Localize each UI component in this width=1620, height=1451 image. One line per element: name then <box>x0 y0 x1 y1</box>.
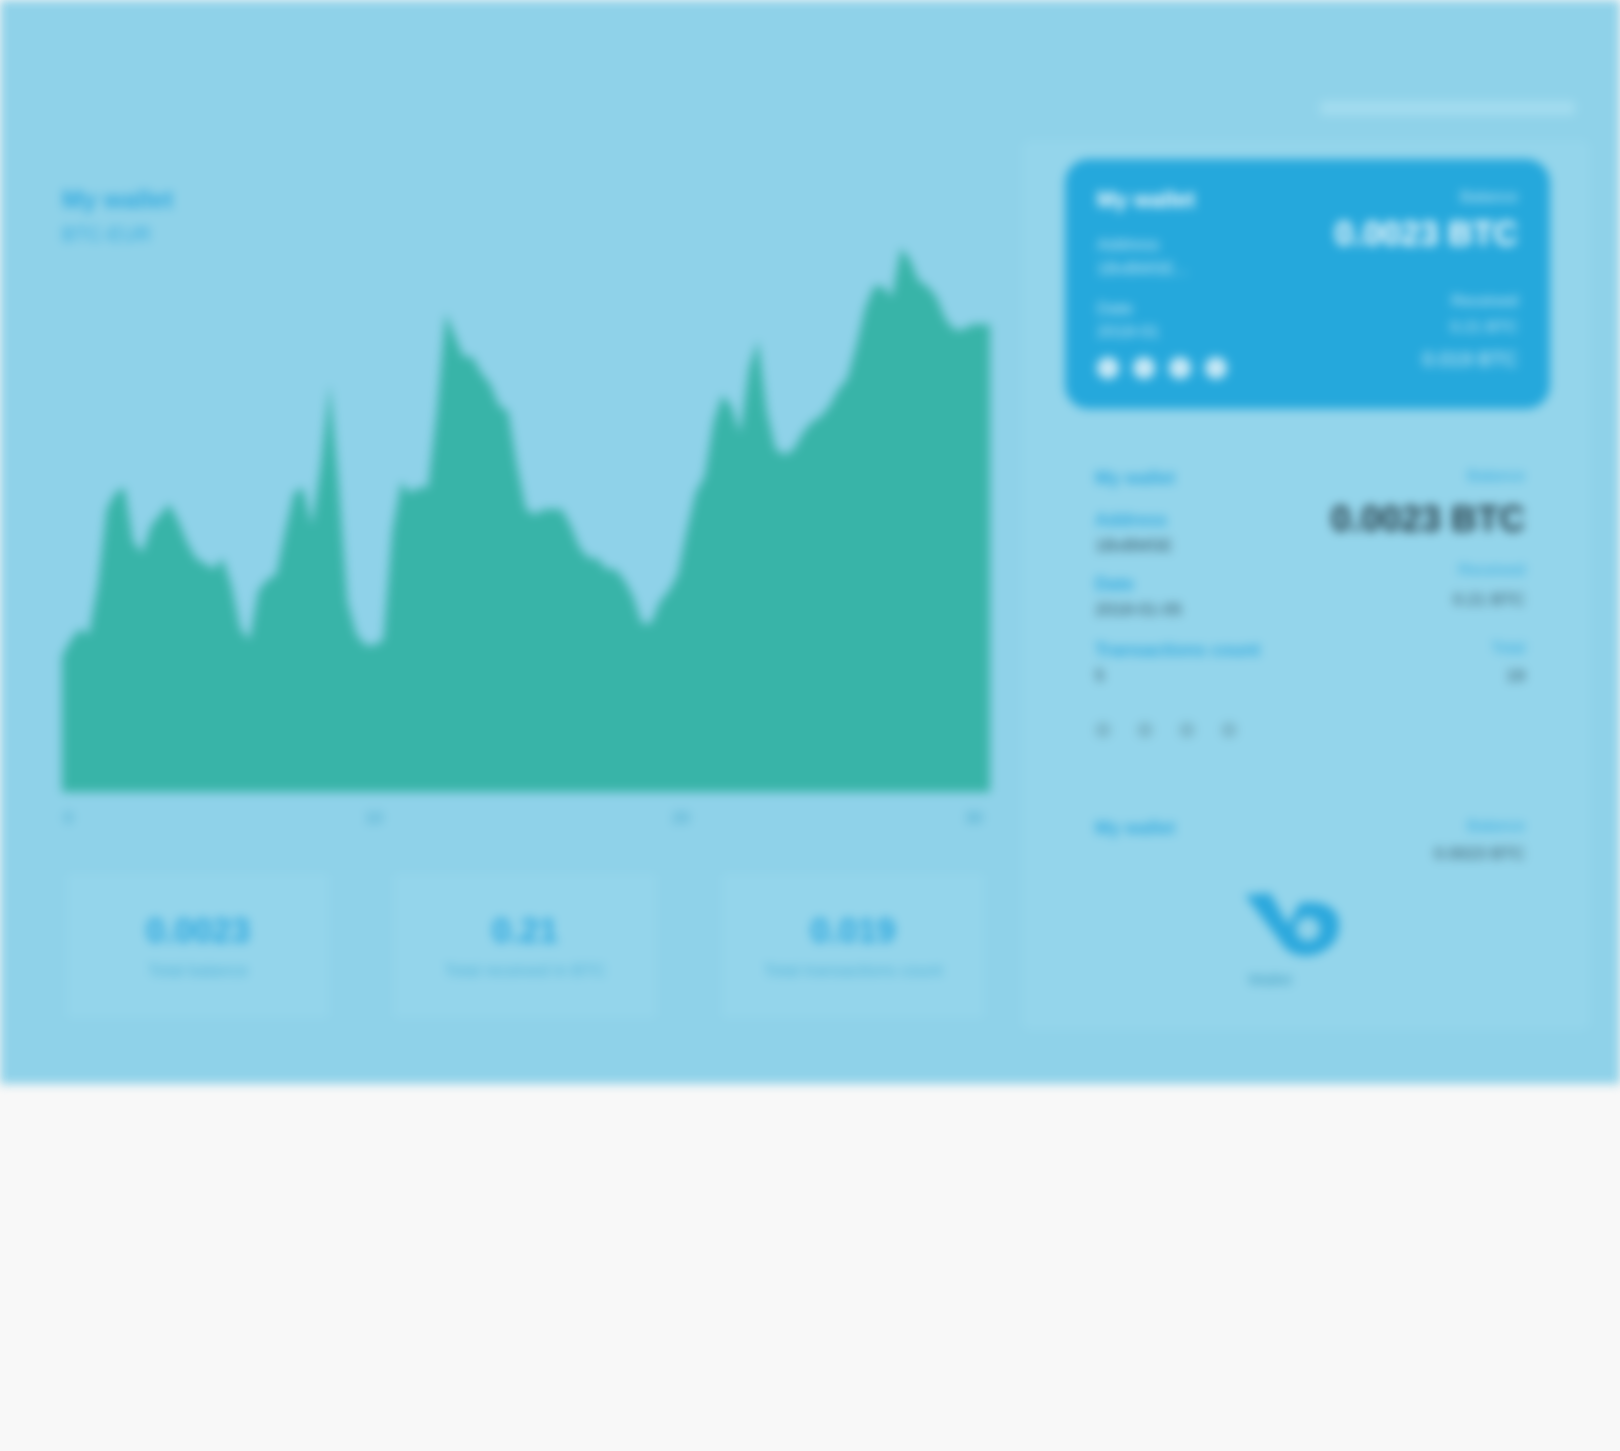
x-tick-label: 0 <box>64 810 73 827</box>
action-icon[interactable] <box>1095 722 1111 738</box>
stat-caption: Total received in BTC <box>444 961 606 980</box>
wallet-card-name: My wallet <box>1097 187 1195 212</box>
wallet-card-received-label: Received <box>1451 293 1518 310</box>
detail-date-label: Date <box>1095 574 1135 594</box>
wallet-card-balance: 0.0023 BTC <box>1334 215 1518 253</box>
stat-value: 0.019 <box>810 912 896 950</box>
detail-received: 0.21 BTC <box>1453 590 1525 609</box>
wallet-card-date-label: Date <box>1097 299 1133 318</box>
logo-caption: Wallet <box>1248 972 1292 989</box>
stat-card-total-balance: 0.0023 Total balance <box>67 874 329 1018</box>
detail-date: 2018-01-05 <box>1095 600 1182 619</box>
action-icon[interactable] <box>1133 357 1155 379</box>
wallet-card-fee: 0.019 BTC <box>1422 349 1518 371</box>
detail-transactions-label: Transactions count <box>1095 640 1261 660</box>
wallet-logo-icon <box>1245 893 1339 956</box>
wallet-card-actions <box>1097 357 1227 379</box>
detail-transactions: 5 <box>1095 666 1105 685</box>
x-tick-label: 10 <box>365 810 383 827</box>
action-icon[interactable] <box>1137 722 1153 738</box>
stat-caption: Total transactions count <box>763 961 943 980</box>
detail-total: 19 <box>1506 666 1525 685</box>
stat-value: 0.0023 <box>146 912 250 950</box>
detail-balance: 0.0023 BTC <box>1330 498 1525 539</box>
action-icon[interactable] <box>1097 357 1119 379</box>
action-icon[interactable] <box>1169 357 1191 379</box>
wallet-card-address-label: Address <box>1097 235 1160 254</box>
detail-address: 1BvBMSE <box>1095 536 1173 555</box>
detail-received-label: Received <box>1458 562 1525 579</box>
wallet-card-address: 1BvBMSE... <box>1097 259 1189 278</box>
x-tick-label: 30 <box>965 810 983 827</box>
dashboard-view: My wallet BTC-EUR 0 10 20 30 0.0023 Tota… <box>0 0 1620 1084</box>
x-tick-label: 20 <box>672 810 690 827</box>
detail-address-label: Address <box>1095 510 1168 530</box>
action-icon[interactable] <box>1221 722 1237 738</box>
wallet-card-balance-label: Balance <box>1460 189 1518 206</box>
detail-actions <box>1095 722 1237 738</box>
area-series <box>62 248 990 792</box>
wallet-card-date: 2018-01 <box>1097 322 1160 341</box>
stat-card-total-received: 0.21 Total received in BTC <box>394 874 656 1018</box>
wallet-list-item[interactable]: My wallet Balance 0.0023 BTC <box>1070 800 1550 880</box>
list-item-balance-label: Balance <box>1467 818 1525 835</box>
stat-caption: Total balance <box>147 961 249 980</box>
action-icon[interactable] <box>1179 722 1195 738</box>
wallet-card[interactable]: My wallet Address 1BvBMSE... Date 2018-0… <box>1065 159 1550 409</box>
action-icon[interactable] <box>1205 357 1227 379</box>
detail-name: My wallet <box>1095 468 1176 488</box>
detail-balance-label: Balance <box>1467 468 1525 485</box>
wallet-detail: My wallet Balance 0.0023 BTC Address 1Bv… <box>1070 450 1550 760</box>
wallet-card-received: 0.21 BTC <box>1450 319 1518 336</box>
list-item-name: My wallet <box>1095 818 1176 838</box>
stat-card-transactions: 0.019 Total transactions count <box>722 874 984 1018</box>
list-item-balance: 0.0023 BTC <box>1434 844 1525 863</box>
stat-value: 0.21 <box>491 912 559 950</box>
detail-total-label: Total <box>1491 640 1525 657</box>
